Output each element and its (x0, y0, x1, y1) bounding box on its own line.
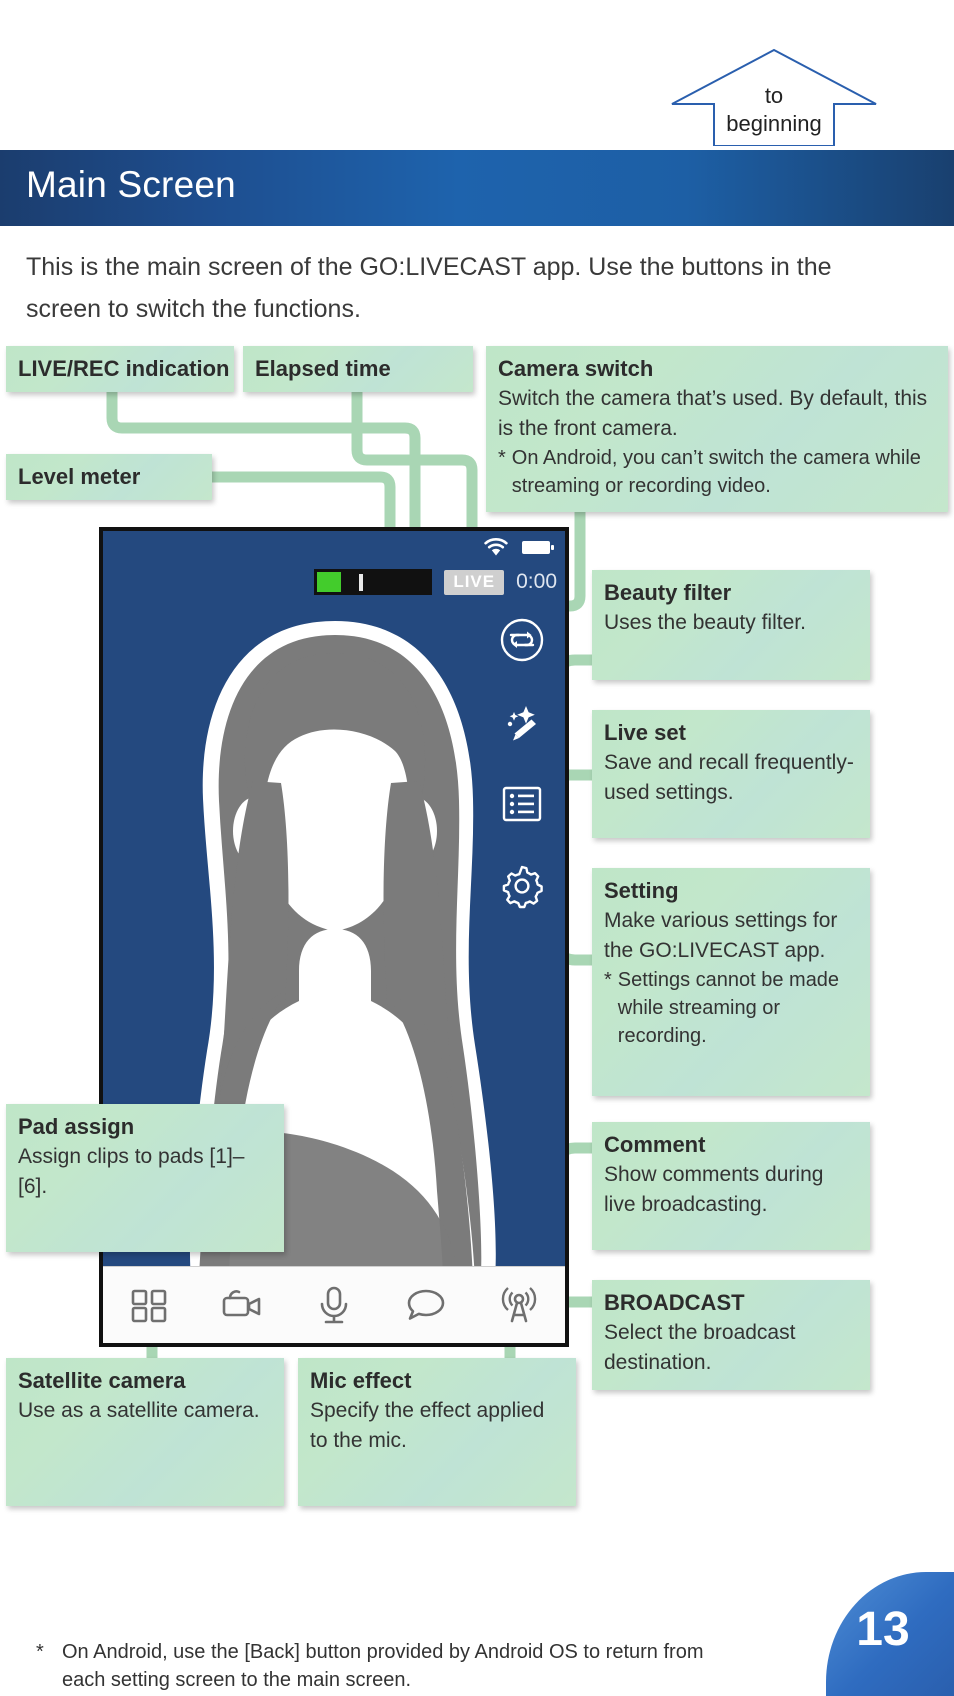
level-meter (314, 569, 433, 595)
callout-title: BROADCAST (604, 1290, 745, 1315)
callout-title: Comment (604, 1132, 706, 1157)
callout-body: Switch the camera that’s used. By defaul… (498, 387, 928, 440)
phone-indicator-row: LIVE 0:00 (103, 569, 557, 595)
callout-title: Beauty filter (604, 580, 732, 605)
callout-title: LIVE/REC indication (18, 356, 230, 381)
callout-body: Show comments during live broadcasting. (604, 1163, 824, 1216)
wifi-icon (484, 538, 508, 556)
callout-comment: Comment Show comments during live broadc… (592, 1122, 870, 1250)
level-meter-segment (317, 572, 342, 592)
phone-bottom-toolbar (103, 1266, 565, 1343)
beauty-filter-icon[interactable] (498, 698, 546, 746)
pad-assign-icon[interactable] (126, 1282, 172, 1328)
callout-title: Elapsed time (255, 356, 391, 381)
callout-live-rec-indication: LIVE/REC indication (6, 346, 234, 392)
comment-icon[interactable] (403, 1282, 449, 1328)
callout-body: Select the broadcast destination. (604, 1321, 796, 1374)
callout-title: Level meter (18, 464, 141, 489)
page-number: 13 (856, 1603, 910, 1656)
note-text: On Android, you can’t switch the camera … (511, 447, 921, 497)
broadcast-icon[interactable] (496, 1282, 542, 1328)
callout-body: Use as a satellite camera. (18, 1399, 260, 1422)
callout-mic-effect: Mic effect Specify the effect applied to… (298, 1358, 576, 1506)
callout-body: Uses the beauty filter. (604, 611, 806, 634)
callout-title: Setting (604, 878, 679, 903)
note-asterisk: * (498, 447, 506, 469)
callout-note: * Settings cannot be made while streamin… (604, 966, 858, 1050)
callout-camera-switch: Camera switch Switch the camera that’s u… (486, 346, 948, 512)
callout-satellite-camera: Satellite camera Use as a satellite came… (6, 1358, 284, 1506)
camera-switch-icon[interactable] (498, 616, 546, 664)
callout-pad-assign: Pad assign Assign clips to pads [1]–[6]. (6, 1104, 284, 1252)
mic-effect-icon[interactable] (311, 1282, 357, 1328)
callout-elapsed-time: Elapsed time (243, 346, 473, 392)
elapsed-time-display: 0:00 (516, 570, 557, 593)
satellite-camera-icon[interactable] (219, 1282, 265, 1328)
callout-title: Mic effect (310, 1368, 412, 1393)
phone-side-icon-column (493, 616, 551, 910)
level-meter-peak-tick (359, 573, 364, 591)
callout-note: * On Android, you can’t switch the camer… (498, 444, 936, 500)
live-rec-indication: LIVE (444, 569, 505, 595)
phone-status-bar (481, 535, 555, 559)
callout-body: Specify the effect applied to the mic. (310, 1399, 545, 1452)
callout-broadcast: BROADCAST Select the broadcast destinati… (592, 1280, 870, 1390)
callout-beauty-filter: Beauty filter Uses the beauty filter. (592, 570, 870, 680)
callout-body: Make various settings for the GO:LIVECAS… (604, 909, 838, 962)
callout-title: Pad assign (18, 1114, 135, 1139)
callout-title: Camera switch (498, 356, 654, 381)
callout-title: Live set (604, 720, 686, 745)
callout-level-meter: Level meter (6, 454, 212, 500)
battery-icon (522, 541, 554, 554)
note-text: Settings cannot be made while streaming … (617, 969, 840, 1047)
callout-setting: Setting Make various settings for the GO… (592, 868, 870, 1096)
callout-body: Save and recall frequently-used settings… (604, 751, 854, 804)
live-set-icon[interactable] (498, 780, 546, 828)
callout-title: Satellite camera (18, 1368, 186, 1393)
setting-gear-icon[interactable] (498, 862, 546, 910)
callout-body: Assign clips to pads [1]–[6]. (18, 1145, 245, 1198)
callout-live-set: Live set Save and recall frequently-used… (592, 710, 870, 838)
note-asterisk: * (604, 969, 612, 991)
